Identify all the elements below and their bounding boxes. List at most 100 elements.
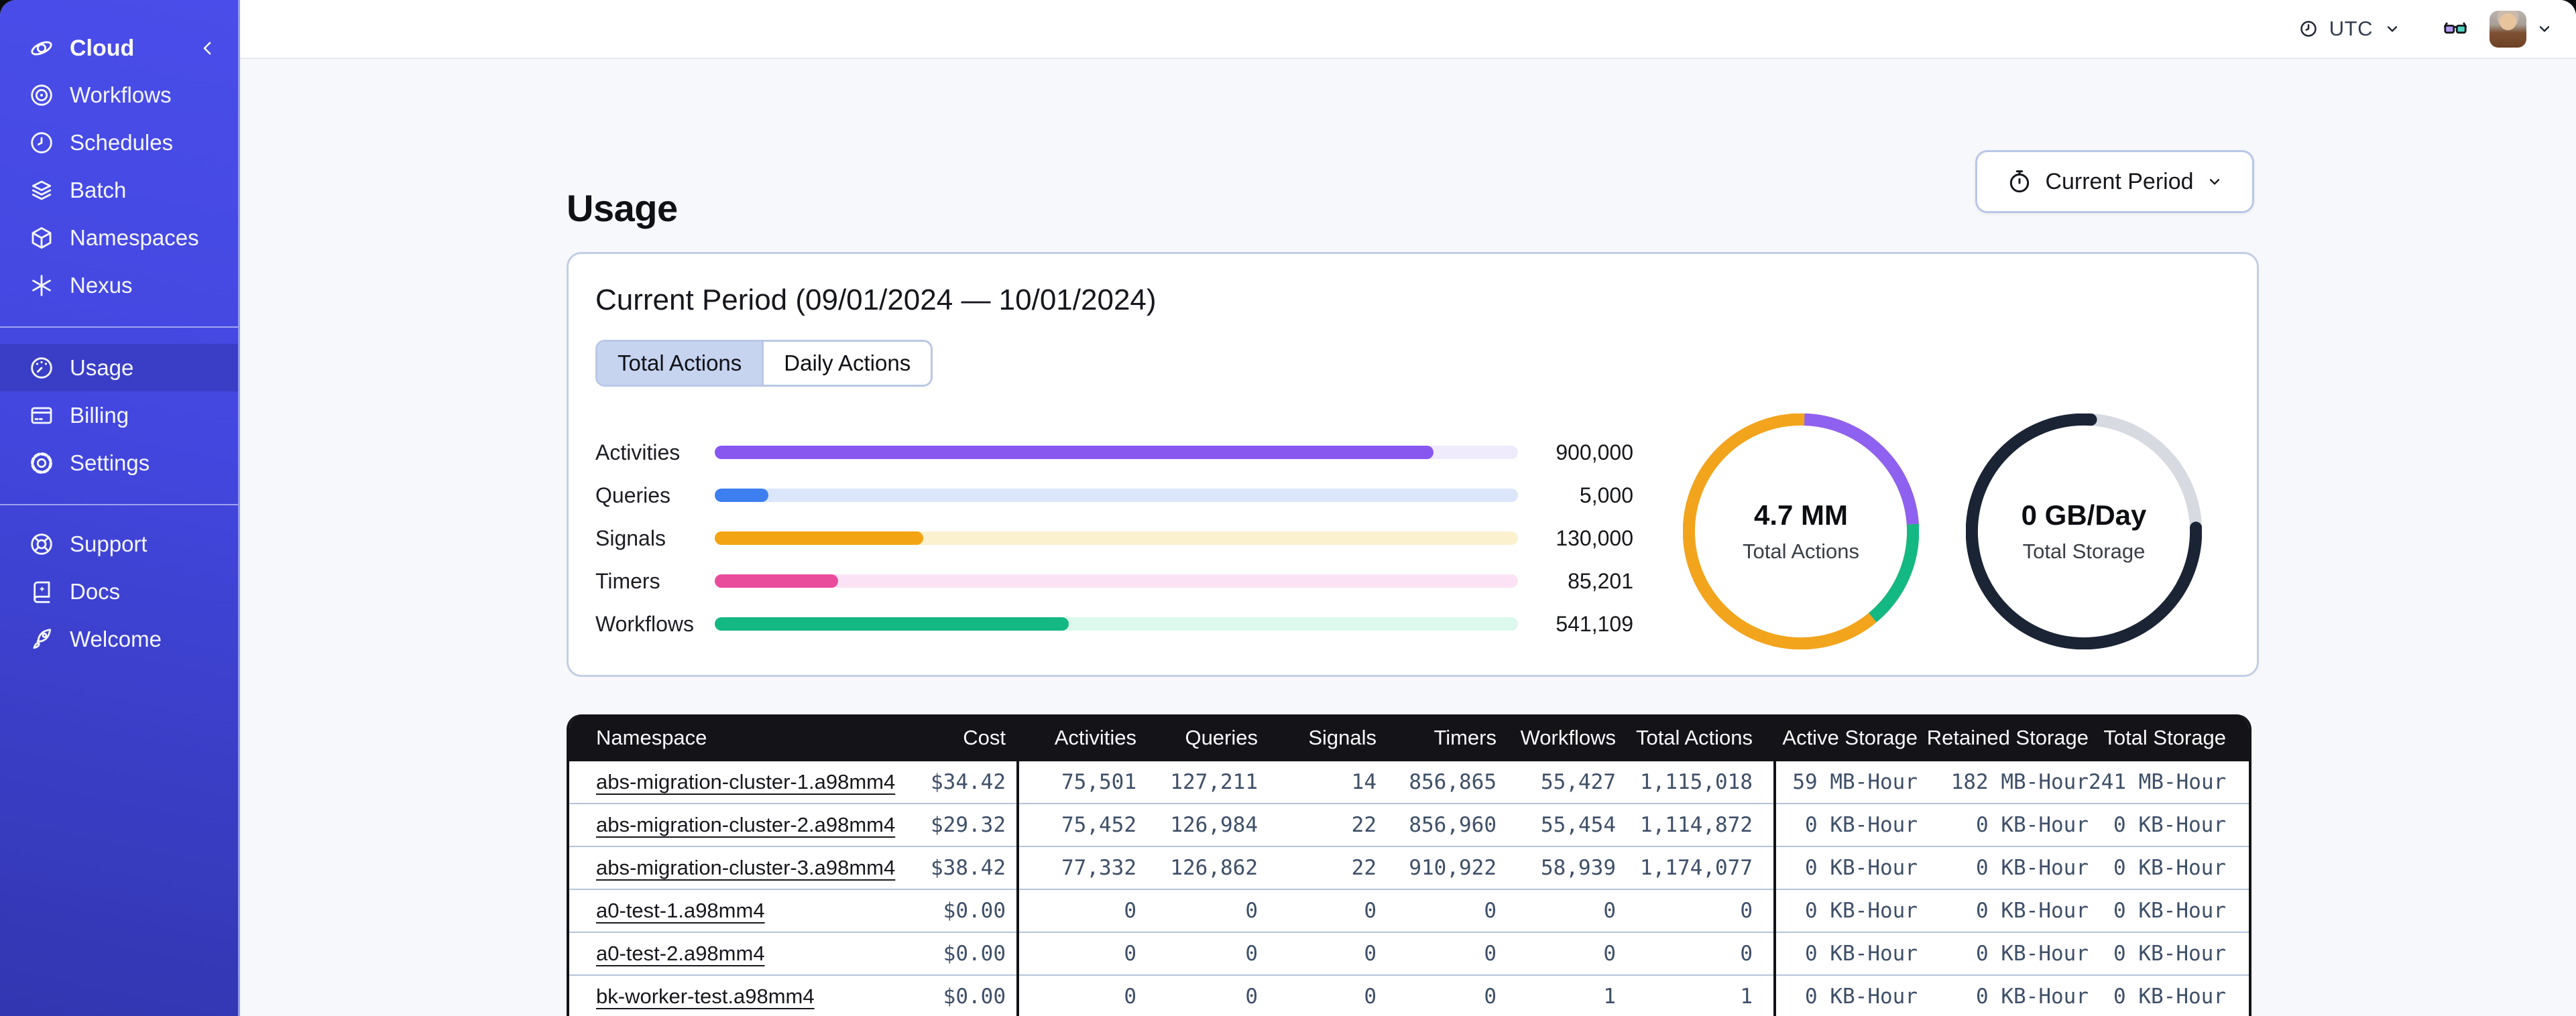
cell-spacer xyxy=(2226,975,2249,1016)
cell-total-storage: 0 KB-Hour xyxy=(2089,932,2226,976)
chart-label: Queries xyxy=(595,483,671,507)
chart-row-timers: Timers 85,201 xyxy=(595,560,1633,602)
cell-retained-storage: 0 KB-Hour xyxy=(1918,889,2089,933)
cell-namespace: a0-test-2.a98mm4 xyxy=(569,932,878,976)
column-header-cost: Cost xyxy=(878,714,1006,761)
namespaces-icon xyxy=(28,225,55,251)
tab-daily-actions[interactable]: Daily Actions xyxy=(762,342,931,385)
cell-spacer xyxy=(1006,889,1018,933)
cell-queries: 0 xyxy=(1136,932,1258,976)
cell-total-actions: 1 xyxy=(1616,975,1753,1016)
cell-cost: $0.00 xyxy=(878,975,1006,1016)
sidebar-item-support[interactable]: Support xyxy=(0,520,238,568)
clock-icon xyxy=(2298,19,2319,39)
workflows-icon xyxy=(28,82,55,109)
sidebar-item-label: Workflows xyxy=(70,82,172,107)
sidebar-item-workflows[interactable]: Workflows xyxy=(0,71,238,119)
docs-icon xyxy=(28,578,55,605)
usage-summary-card: Current Period (09/01/2024 — 10/01/2024)… xyxy=(567,252,2259,677)
cell-activities: 77,332 xyxy=(1016,846,1136,890)
cell-total-storage: 0 KB-Hour xyxy=(2089,889,2226,933)
sidebar-item-label: Usage xyxy=(70,355,134,380)
namespace-link[interactable]: abs-migration-cluster-1.a98mm4 xyxy=(596,770,895,793)
cell-cost: $29.32 xyxy=(878,804,1006,847)
cell-active-storage: 0 KB-Hour xyxy=(1773,975,1918,1016)
actions-bar-chart: Activities 900,000 Queries 5,000 Signals 130,… xyxy=(595,431,1633,645)
chart-value: 5,000 xyxy=(1579,483,1633,507)
cell-retained-storage: 0 KB-Hour xyxy=(1918,846,2089,890)
namespace-link[interactable]: a0-test-1.a98mm4 xyxy=(596,899,765,922)
cell-total-storage: 0 KB-Hour xyxy=(2089,804,2226,847)
cell-signals: 14 xyxy=(1258,761,1377,804)
sidebar-item-welcome[interactable]: Welcome xyxy=(0,615,238,663)
cell-retained-storage: 0 KB-Hour xyxy=(1918,804,2089,847)
chart-track xyxy=(715,574,1518,588)
cell-workflows: 58,939 xyxy=(1497,846,1616,890)
sidebar-item-settings[interactable]: Settings xyxy=(0,439,238,487)
tab-total-actions[interactable]: Total Actions xyxy=(597,342,762,385)
cell-timers: 856,865 xyxy=(1377,761,1497,804)
cell-queries: 0 xyxy=(1136,889,1258,933)
chart-track xyxy=(715,446,1518,459)
cell-activities: 0 xyxy=(1016,932,1136,976)
cell-cost: $0.00 xyxy=(878,932,1006,976)
sidebar-item-label: Billing xyxy=(70,402,129,428)
sidebar-item-docs[interactable]: Docs xyxy=(0,568,238,615)
chart-track xyxy=(715,617,1518,631)
sidebar-item-label: Nexus xyxy=(70,272,133,298)
sidebar-item-batch[interactable]: Batch xyxy=(0,166,238,214)
actions-tab-group: Total Actions Daily Actions xyxy=(595,340,933,387)
cell-workflows: 0 xyxy=(1497,932,1616,976)
sidebar-item-usage[interactable]: Usage xyxy=(0,344,238,391)
cell-namespace: a0-test-1.a98mm4 xyxy=(569,889,878,933)
cell-spacer xyxy=(1753,975,1775,1016)
cell-namespace: abs-migration-cluster-2.a98mm4 xyxy=(569,804,895,847)
chart-value: 85,201 xyxy=(1568,568,1633,593)
chart-label: Timers xyxy=(595,568,660,593)
cell-spacer xyxy=(1753,889,1775,933)
column-header-timers: Timers xyxy=(1377,714,1497,761)
collapse-sidebar-icon[interactable] xyxy=(198,38,218,58)
user-menu-chevron-down-icon[interactable] xyxy=(2536,20,2553,38)
column-header-retained-storage: Retained Storage xyxy=(1918,714,2089,761)
sidebar-item-schedules[interactable]: Schedules xyxy=(0,119,238,166)
cell-activities: 75,452 xyxy=(1016,804,1136,847)
sidebar-item-billing[interactable]: Billing xyxy=(0,391,238,439)
chart-bar-fill xyxy=(715,531,924,545)
namespace-link[interactable]: bk-worker-test.a98mm4 xyxy=(596,985,815,1008)
donut-center: 0 GB/Day Total Storage xyxy=(1966,414,2202,649)
sidebar-item-label: Settings xyxy=(70,450,150,475)
namespace-link[interactable]: a0-test-2.a98mm4 xyxy=(596,942,765,965)
table-header-spacer xyxy=(2226,714,2249,761)
column-header-total-actions: Total Actions xyxy=(1616,714,1753,761)
schedules-icon xyxy=(28,129,55,156)
sidebar-header-cloud[interactable]: Cloud xyxy=(28,29,218,67)
namespace-link[interactable]: abs-migration-cluster-2.a98mm4 xyxy=(596,813,895,836)
reader-mode-glasses-icon[interactable] xyxy=(2443,16,2468,42)
user-avatar[interactable] xyxy=(2490,10,2526,48)
cell-activities: 75,501 xyxy=(1016,761,1136,804)
nexus-icon xyxy=(28,272,55,299)
cell-total-actions: 0 xyxy=(1616,889,1753,933)
cell-spacer xyxy=(1006,975,1018,1016)
table-row: abs-migration-cluster-2.a98mm4 $29.32 75,4… xyxy=(569,804,2249,847)
chart-bar-fill xyxy=(715,489,769,502)
cell-queries: 126,984 xyxy=(1136,804,1258,847)
sidebar-item-namespaces[interactable]: Namespaces xyxy=(0,214,238,261)
period-selector-button[interactable]: Current Period xyxy=(1975,150,2254,213)
donut-label: Total Actions xyxy=(1742,539,1860,563)
column-header-workflows: Workflows xyxy=(1497,714,1616,761)
batch-icon xyxy=(28,177,55,204)
namespace-link[interactable]: abs-migration-cluster-3.a98mm4 xyxy=(596,856,895,879)
cell-activities: 0 xyxy=(1016,975,1136,1016)
timezone-selector[interactable]: UTC xyxy=(2298,17,2401,41)
chart-row-queries: Queries 5,000 xyxy=(595,474,1633,517)
sidebar-groups: Workflows Schedules Batch Namespaces Nexus Us… xyxy=(0,71,238,663)
cell-active-storage: 0 KB-Hour xyxy=(1773,932,1918,976)
cell-namespace: bk-worker-test.a98mm4 xyxy=(569,975,878,1016)
cell-signals: 0 xyxy=(1258,889,1377,933)
sidebar-item-nexus[interactable]: Nexus xyxy=(0,261,238,309)
cell-timers: 910,922 xyxy=(1377,846,1497,890)
sidebar-item-label: Docs xyxy=(70,578,121,604)
card-title: Current Period (09/01/2024 — 10/01/2024) xyxy=(595,283,1157,316)
